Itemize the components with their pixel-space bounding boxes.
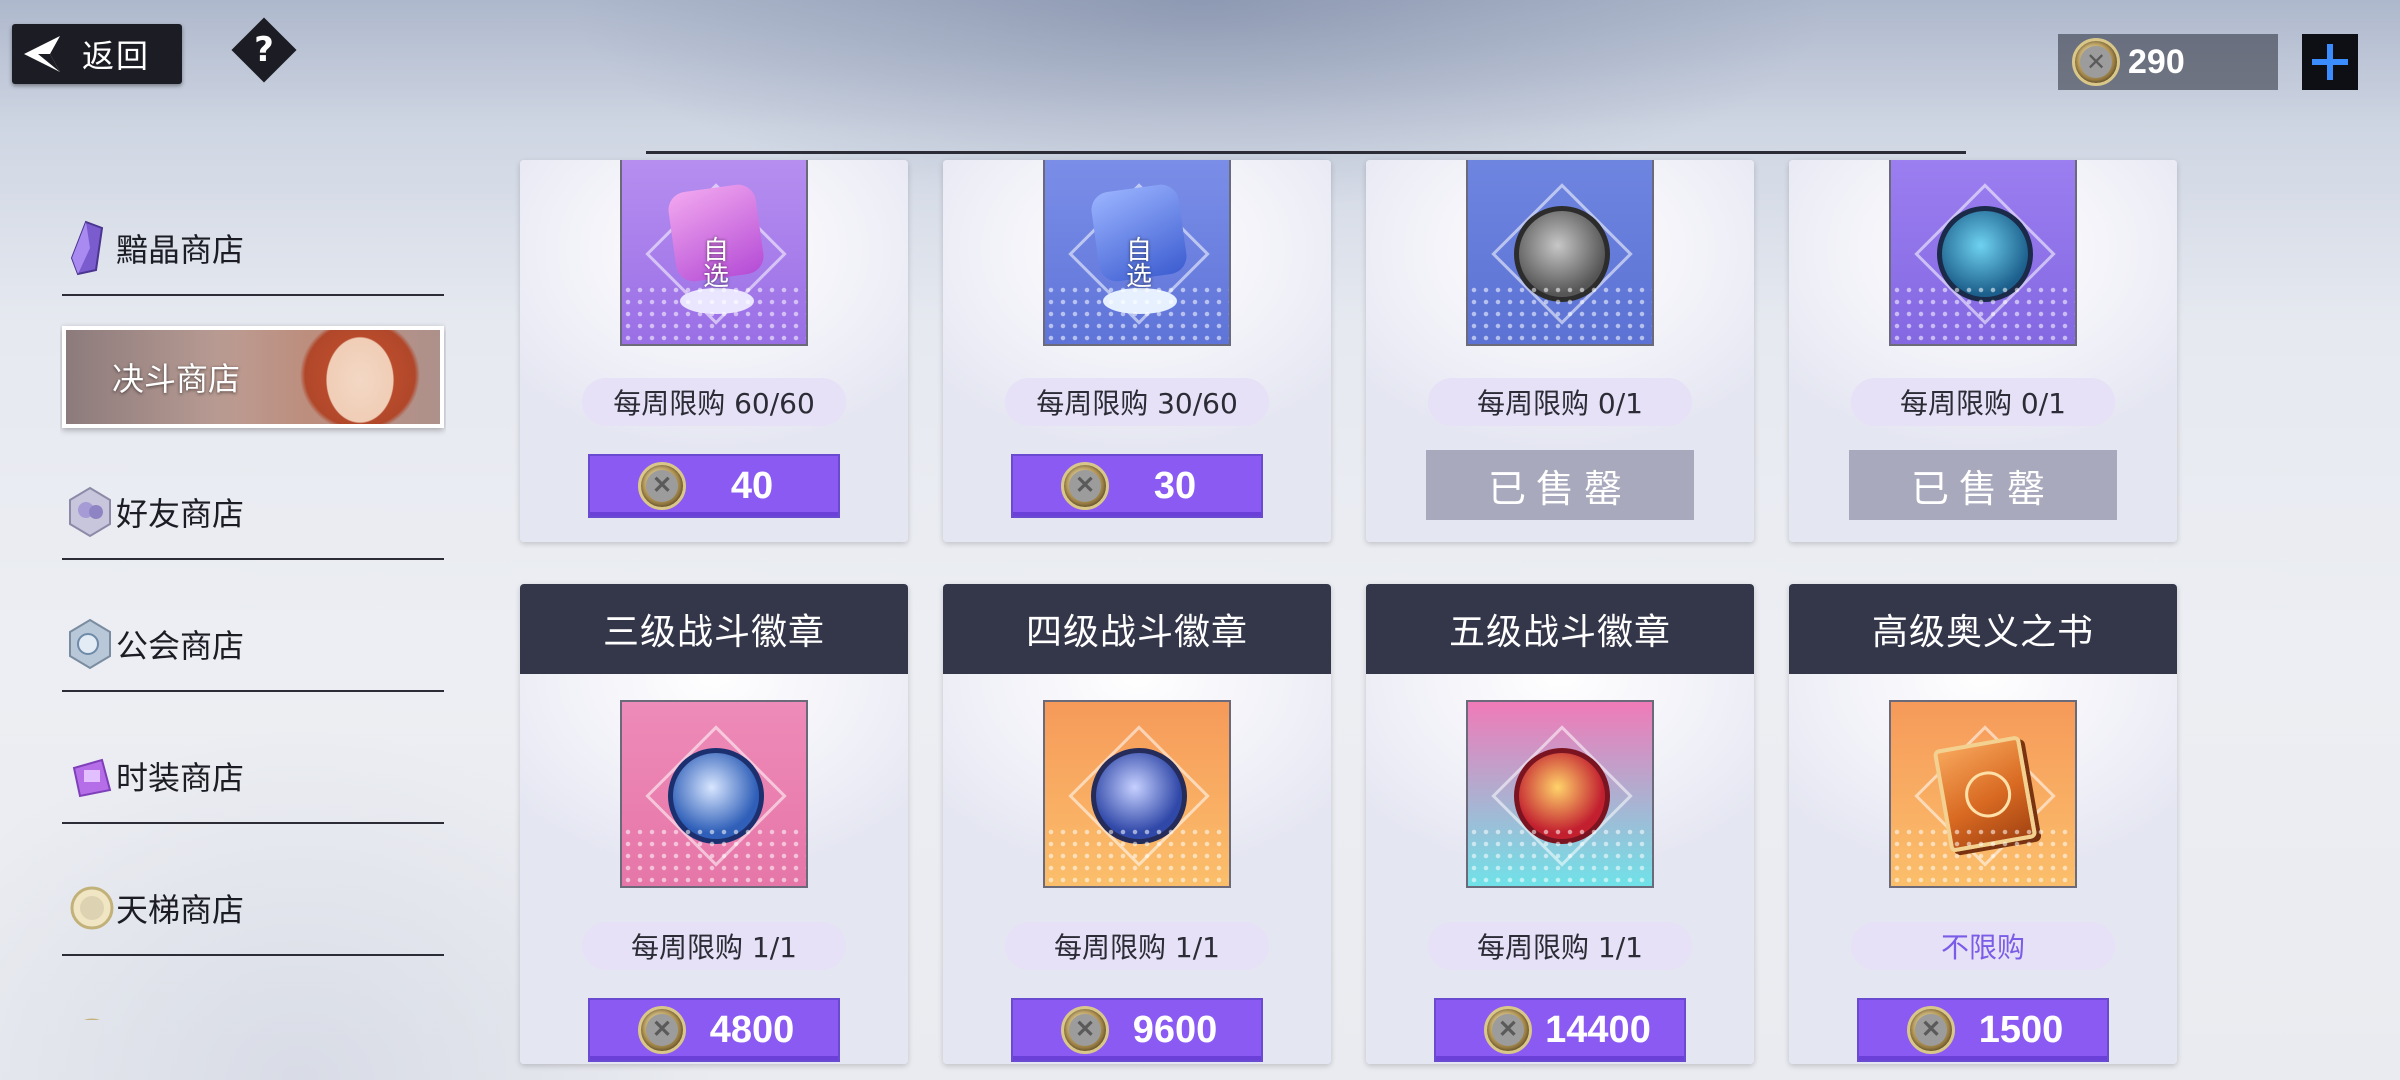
buy-button[interactable]: 1500: [1857, 998, 2109, 1062]
sidebar-item-crystal-shop[interactable]: 黯晶商店: [60, 200, 446, 296]
shop-card[interactable]: 三级战斗徽章 每周限购 1/1 4800: [520, 584, 908, 1064]
sidebar-underline: [62, 822, 444, 824]
item-title: 高级奥义之书: [1789, 584, 2177, 674]
fashion-icon: [66, 746, 114, 806]
duel-coin-icon: [2072, 38, 2120, 86]
sidebar-item-label: 好友商店: [116, 495, 245, 533]
sidebar-item-guild-shop[interactable]: 公会商店: [60, 596, 446, 692]
sidebar-item-label: 黯晶商店: [116, 231, 245, 269]
sidebar-item-partial[interactable]: [60, 992, 446, 1020]
purchase-limit: 每周限购 0/1: [1428, 378, 1692, 426]
price-value: 9600: [1132, 1008, 1218, 1051]
purchase-limit: 不限购: [1851, 922, 2115, 970]
purchase-limit: 每周限购 60/60: [582, 378, 846, 426]
silver-badge-icon: [1466, 160, 1654, 346]
purchase-limit: 每周限购 1/1: [1428, 922, 1692, 970]
sidebar-item-duel-shop[interactable]: 决斗商店: [62, 326, 444, 428]
shop-card[interactable]: 四级战斗徽章 每周限购 1/1 9600: [943, 584, 1331, 1064]
ladder-icon: [66, 878, 114, 938]
duel-coin-icon: [1907, 1006, 1955, 1054]
buy-button[interactable]: 40: [588, 454, 840, 518]
badge-level3-icon: [620, 700, 808, 888]
friend-icon: [66, 482, 114, 542]
select-tag: 自选: [702, 236, 729, 292]
select-tag: 自选: [1125, 236, 1152, 292]
item-title: 五级战斗徽章: [1366, 584, 1754, 674]
sold-out-button: 已售罄: [1849, 450, 2117, 520]
sidebar-item-fashion-shop[interactable]: 时装商店: [60, 728, 446, 824]
duel-coin-icon: [1484, 1006, 1532, 1054]
price-value: 1500: [1978, 1008, 2064, 1051]
purchase-limit: 每周限购 1/1: [582, 922, 846, 970]
shop-card[interactable]: 每周限购 0/1 已售罄: [1366, 160, 1754, 542]
shop-card[interactable]: 五级战斗徽章 每周限购 1/1 14400: [1366, 584, 1754, 1064]
shop-card[interactable]: 自选 每周限购 30/60 30: [943, 160, 1331, 542]
duel-coin-icon: [1061, 462, 1109, 510]
duel-coin-icon: [1061, 1006, 1109, 1054]
price-value: 14400: [1545, 1008, 1651, 1051]
puzzle-select-icon: 自选: [1043, 160, 1231, 346]
item-title: 四级战斗徽章: [943, 584, 1331, 674]
purchase-limit: 每周限购 30/60: [1005, 378, 1269, 426]
sidebar-item-friend-shop[interactable]: 好友商店: [60, 464, 446, 560]
sold-out-button: 已售罄: [1426, 450, 1694, 520]
help-label: ?: [254, 30, 274, 70]
shop-card[interactable]: 高级奥义之书 不限购 1500: [1789, 584, 2177, 1064]
sidebar-underline: [62, 294, 444, 296]
secret-book-icon: [1889, 700, 2077, 888]
shop-card[interactable]: 自选 每周限购 60/60 40: [520, 160, 908, 542]
buy-button[interactable]: 4800: [588, 998, 840, 1062]
sidebar-underline: [62, 558, 444, 560]
currency-bar: 290: [2058, 34, 2278, 90]
badge-level4-icon: [1043, 700, 1231, 888]
add-currency-button[interactable]: [2302, 34, 2358, 90]
sidebar-underline: [62, 690, 444, 692]
price-value: 40: [730, 464, 774, 507]
divider: [646, 151, 1966, 154]
purchase-limit: 每周限购 1/1: [1005, 922, 1269, 970]
badge-level5-icon: [1466, 700, 1654, 888]
shop-sidebar: 黯晶商店 决斗商店 好友商店 公会商店 时装商店 天梯商店: [60, 200, 446, 1020]
purchase-limit: 每周限购 0/1: [1851, 378, 2115, 426]
blue-badge-icon: [1889, 160, 2077, 346]
buy-button[interactable]: 14400: [1434, 998, 1686, 1062]
sidebar-item-label: 时装商店: [116, 759, 245, 797]
help-button[interactable]: ?: [231, 17, 297, 83]
duel-coin-icon: [638, 1006, 686, 1054]
item-title: 三级战斗徽章: [520, 584, 908, 674]
sidebar-item-label: 公会商店: [116, 627, 245, 665]
duel-coin-icon: [638, 462, 686, 510]
sidebar-item-label: 天梯商店: [116, 891, 245, 929]
sidebar-item-ladder-shop[interactable]: 天梯商店: [60, 860, 446, 956]
back-arrow-icon: [12, 24, 72, 84]
buy-button[interactable]: 30: [1011, 454, 1263, 518]
price-value: 30: [1153, 464, 1197, 507]
sidebar-underline: [62, 954, 444, 956]
character-portrait: [240, 330, 440, 424]
price-value: 4800: [709, 1008, 795, 1051]
back-button[interactable]: 返回: [12, 24, 182, 84]
puzzle-select-icon: 自选: [620, 160, 808, 346]
currency-value: 290: [2128, 42, 2185, 81]
shop-card[interactable]: 每周限购 0/1 已售罄: [1789, 160, 2177, 542]
guild-icon: [66, 614, 114, 674]
partial-icon: [66, 1010, 114, 1020]
back-label: 返回: [82, 37, 151, 75]
sidebar-item-label: 决斗商店: [112, 360, 241, 398]
crystal-icon: [66, 218, 114, 278]
buy-button[interactable]: 9600: [1011, 998, 1263, 1062]
